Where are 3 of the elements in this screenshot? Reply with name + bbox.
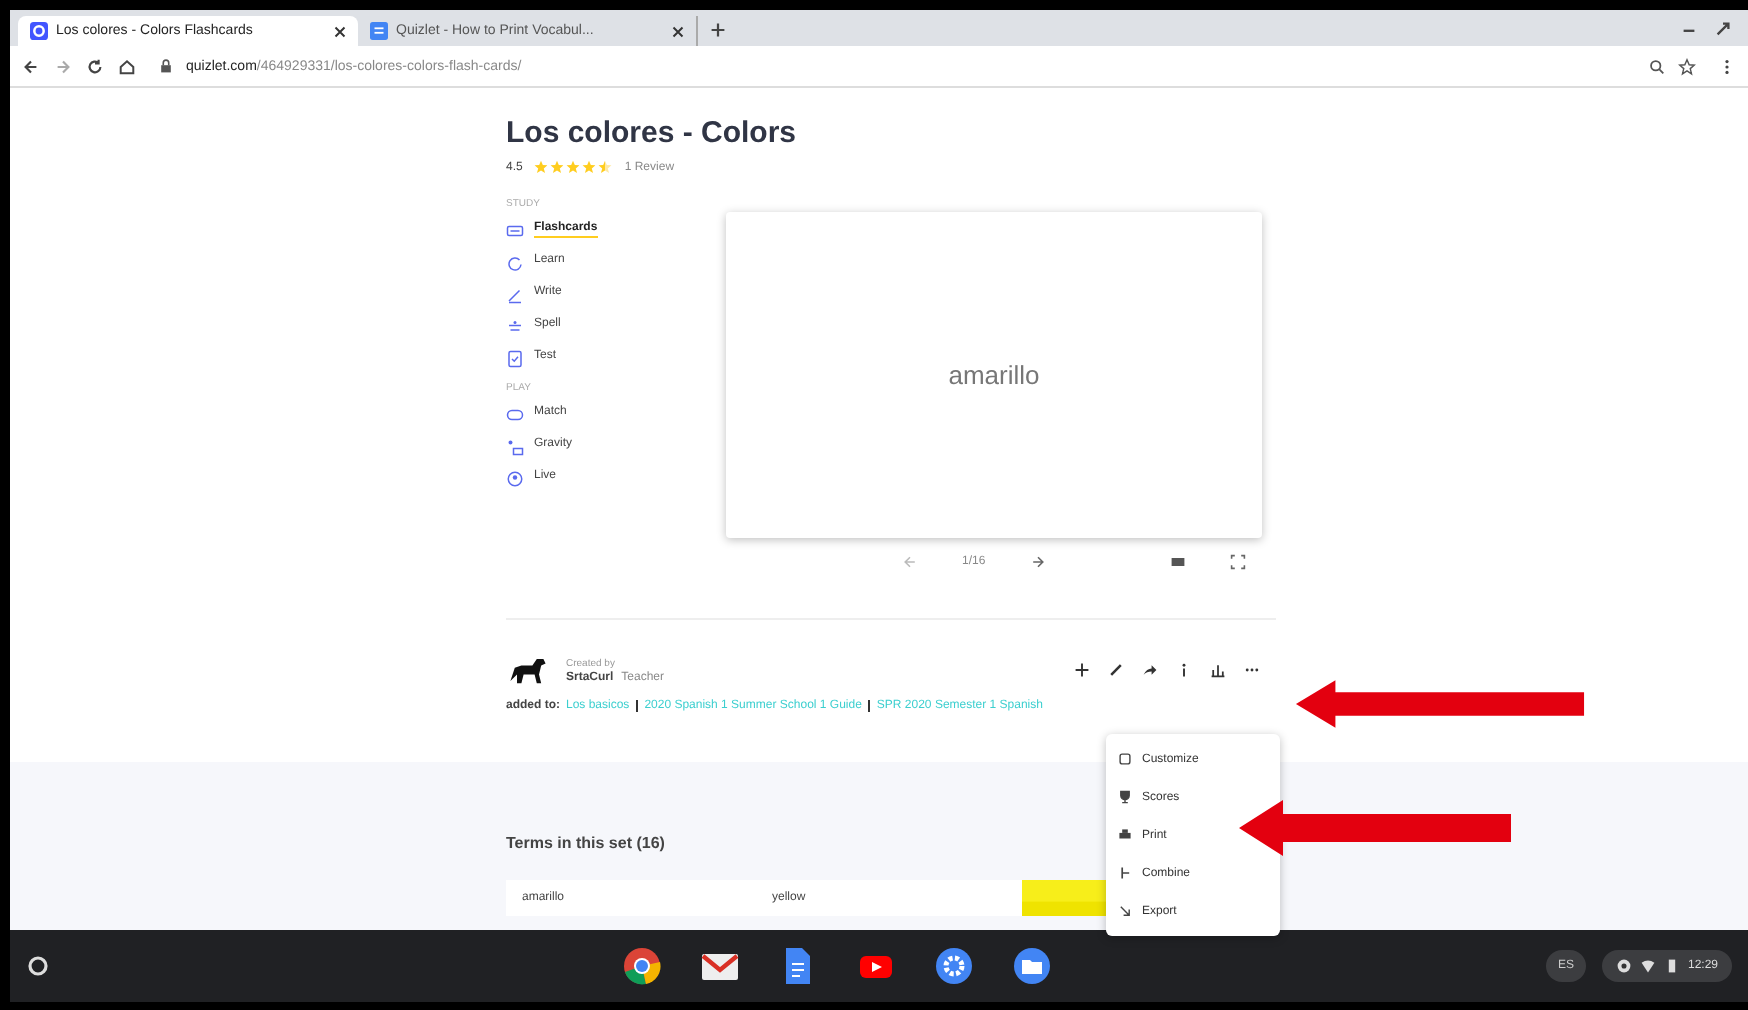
set-title: Los colores - Colors <box>506 116 799 150</box>
flashcard[interactable]: amarillo <box>726 212 1262 538</box>
terms-heading: Terms in this set (16) <box>506 834 665 852</box>
